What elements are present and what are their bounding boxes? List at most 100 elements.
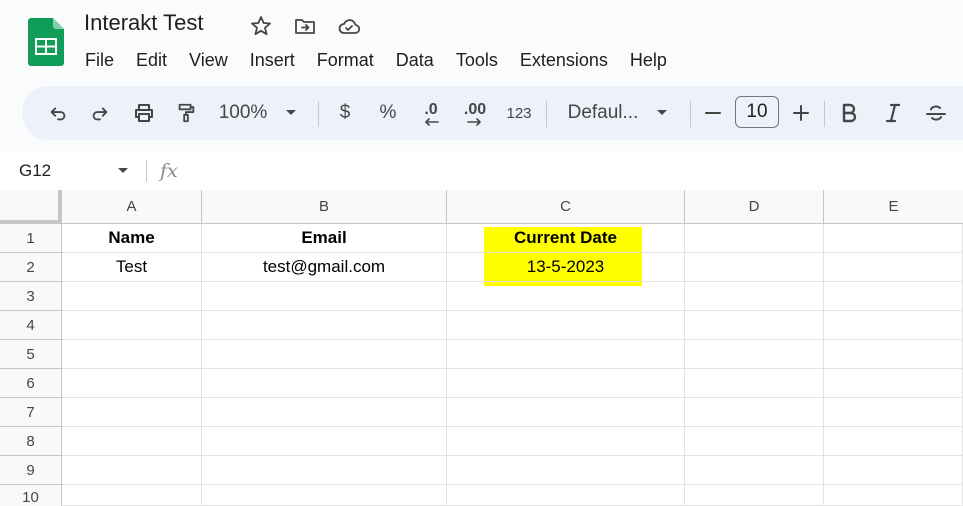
cell-a8[interactable] [62, 427, 202, 456]
bold-button[interactable] [836, 86, 862, 140]
decrease-decimal-button[interactable]: .0 [416, 86, 446, 140]
redo-button[interactable] [84, 86, 116, 140]
row-header-8[interactable]: 8 [0, 427, 62, 456]
cell-e8[interactable] [824, 427, 963, 456]
cell-c10[interactable] [447, 485, 685, 506]
row-header-5[interactable]: 5 [0, 340, 62, 369]
cell-c8[interactable] [447, 427, 685, 456]
row-header-2[interactable]: 2 [0, 253, 62, 282]
row-header-6[interactable]: 6 [0, 369, 62, 398]
cell-c4[interactable] [447, 311, 685, 340]
italic-button[interactable] [880, 86, 906, 140]
cell-c7[interactable] [447, 398, 685, 427]
cell-c6[interactable] [447, 369, 685, 398]
cell-b9[interactable] [202, 456, 447, 485]
cell-a4[interactable] [62, 311, 202, 340]
cell-d5[interactable] [685, 340, 824, 369]
cell-e4[interactable] [824, 311, 963, 340]
row-header-7[interactable]: 7 [0, 398, 62, 427]
cell-b4[interactable] [202, 311, 447, 340]
cell-e9[interactable] [824, 456, 963, 485]
cell-d6[interactable] [685, 369, 824, 398]
menu-insert[interactable]: Insert [239, 46, 306, 75]
increase-font-size-button[interactable] [788, 86, 814, 140]
menu-extensions[interactable]: Extensions [509, 46, 619, 75]
row-header-4[interactable]: 4 [0, 311, 62, 340]
cell-d3[interactable] [685, 282, 824, 311]
menu-edit[interactable]: Edit [125, 46, 178, 75]
cell-e3[interactable] [824, 282, 963, 311]
menu-help[interactable]: Help [619, 46, 678, 75]
cell-b6[interactable] [202, 369, 447, 398]
menu-data[interactable]: Data [385, 46, 445, 75]
cell-c5[interactable] [447, 340, 685, 369]
row-header-9[interactable]: 9 [0, 456, 62, 485]
cell-e6[interactable] [824, 369, 963, 398]
zoom-select[interactable]: 100% [216, 86, 304, 140]
cell-c9[interactable] [447, 456, 685, 485]
cell-d9[interactable] [685, 456, 824, 485]
menu-tools[interactable]: Tools [445, 46, 509, 75]
paint-format-button[interactable] [170, 86, 202, 140]
percent-format-button[interactable]: % [374, 86, 402, 140]
star-icon[interactable] [249, 14, 273, 38]
cell-b5[interactable] [202, 340, 447, 369]
name-box-dropdown-icon[interactable] [116, 166, 130, 176]
cell-a1[interactable]: Name [62, 224, 202, 253]
cell-a6[interactable] [62, 369, 202, 398]
row-header-1[interactable]: 1 [0, 224, 62, 253]
cell-a3[interactable] [62, 282, 202, 311]
column-header-e[interactable]: E [824, 190, 963, 224]
cell-e1[interactable] [824, 224, 963, 253]
undo-button[interactable] [42, 86, 74, 140]
row-header-3[interactable]: 3 [0, 282, 62, 311]
sheets-logo-icon[interactable] [28, 18, 64, 66]
more-formats-button[interactable]: 123 [502, 86, 536, 140]
cell-c3[interactable] [447, 282, 685, 311]
cell-d7[interactable] [685, 398, 824, 427]
cell-b8[interactable] [202, 427, 447, 456]
cell-a5[interactable] [62, 340, 202, 369]
cell-d1[interactable] [685, 224, 824, 253]
formula-input[interactable] [190, 156, 960, 186]
cloud-saved-icon[interactable] [337, 14, 361, 38]
decrease-font-size-button[interactable] [700, 86, 726, 140]
font-family-select[interactable]: Defaul... [562, 86, 678, 140]
menu-view[interactable]: View [178, 46, 239, 75]
cell-c1[interactable]: Current Date [447, 224, 685, 253]
move-to-folder-icon[interactable] [293, 14, 317, 38]
cell-a7[interactable] [62, 398, 202, 427]
cell-e7[interactable] [824, 398, 963, 427]
increase-decimal-button[interactable]: .00 [458, 86, 492, 140]
cell-b3[interactable] [202, 282, 447, 311]
column-header-a[interactable]: A [62, 190, 202, 224]
row-header-10[interactable]: 10 [0, 485, 62, 506]
cell-e5[interactable] [824, 340, 963, 369]
column-header-c[interactable]: C [447, 190, 685, 224]
select-all-corner[interactable] [0, 190, 62, 224]
column-header-d[interactable]: D [685, 190, 824, 224]
cell-d2[interactable] [685, 253, 824, 282]
cell-d8[interactable] [685, 427, 824, 456]
cell-e2[interactable] [824, 253, 963, 282]
menu-format[interactable]: Format [306, 46, 385, 75]
cell-a2[interactable]: Test [62, 253, 202, 282]
document-title[interactable]: Interakt Test [84, 10, 203, 36]
cell-d10[interactable] [685, 485, 824, 506]
cell-c2[interactable]: 13-5-2023 [447, 253, 685, 282]
cell-b1[interactable]: Email [202, 224, 447, 253]
strikethrough-button[interactable] [922, 86, 950, 140]
cell-b2[interactable]: test@gmail.com [202, 253, 447, 282]
name-box[interactable]: G12 [19, 161, 51, 181]
cell-e10[interactable] [824, 485, 963, 506]
cell-b7[interactable] [202, 398, 447, 427]
menu-file[interactable]: File [74, 46, 125, 75]
currency-format-button[interactable]: $ [332, 86, 358, 140]
cell-a10[interactable] [62, 485, 202, 506]
print-button[interactable] [128, 86, 160, 140]
cell-b10[interactable] [202, 485, 447, 506]
cell-a9[interactable] [62, 456, 202, 485]
cell-d4[interactable] [685, 311, 824, 340]
column-header-b[interactable]: B [202, 190, 447, 224]
font-size-input[interactable]: 10 [735, 96, 779, 128]
